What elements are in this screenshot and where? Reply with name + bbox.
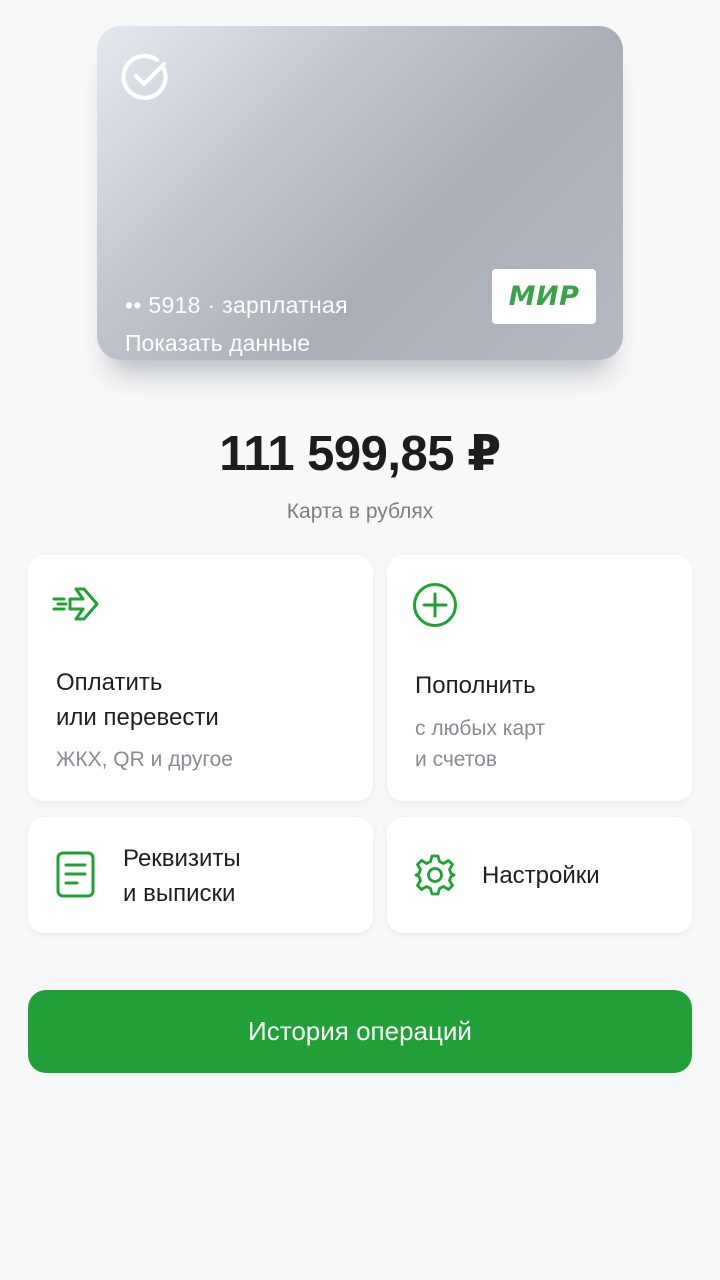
top-up-subtitle-line1: с любых карт: [415, 717, 545, 740]
pay-or-transfer-tile[interactable]: Оплатить или перевести ЖКХ, QR и другое: [28, 555, 373, 801]
details-title-line2: и выписки: [123, 880, 236, 907]
pay-tile-subtitle: ЖКХ, QR и другое: [56, 748, 233, 771]
settings-tile-title: Настройки: [482, 862, 600, 889]
balance-subtitle: Карта в рублях: [286, 500, 434, 523]
plus-circle-icon: [412, 582, 458, 628]
pay-title-line2: или перевести: [56, 704, 219, 731]
transaction-history-button[interactable]: История операций: [28, 990, 692, 1073]
pay-title-line1: Оплатить: [56, 669, 163, 696]
bank-logo-icon: [121, 52, 171, 102]
settings-tile[interactable]: Настройки: [387, 817, 692, 933]
bank-card[interactable]: •• 5918 · зарплатная Показать данные МИР: [97, 26, 623, 360]
show-card-data-link[interactable]: Показать данные: [125, 330, 310, 357]
mir-logo: МИР: [492, 269, 596, 324]
card-number-label: •• 5918 · зарплатная: [125, 292, 348, 318]
top-up-tile-title: Пополнить: [415, 672, 536, 699]
balance-amount: 111 599,85 ₽: [219, 427, 501, 481]
pay-tile-title: Оплатить или перевести: [56, 665, 219, 735]
card-screen: •• 5918 · зарплатная Показать данные МИР…: [0, 0, 720, 1280]
top-up-tile-subtitle: с любых карт и счетов: [415, 713, 545, 775]
document-icon: [55, 850, 97, 900]
mir-logo-text: МИР: [508, 281, 580, 312]
details-tile-title: Реквизиты и выписки: [123, 841, 241, 911]
details-title-line1: Реквизиты: [123, 845, 241, 872]
top-up-subtitle-line2: и счетов: [415, 748, 497, 771]
details-and-statements-tile[interactable]: Реквизиты и выписки: [28, 817, 373, 933]
top-up-tile[interactable]: Пополнить с любых карт и счетов: [387, 555, 692, 801]
transfer-arrow-icon: [50, 583, 102, 625]
gear-icon: [413, 853, 457, 897]
